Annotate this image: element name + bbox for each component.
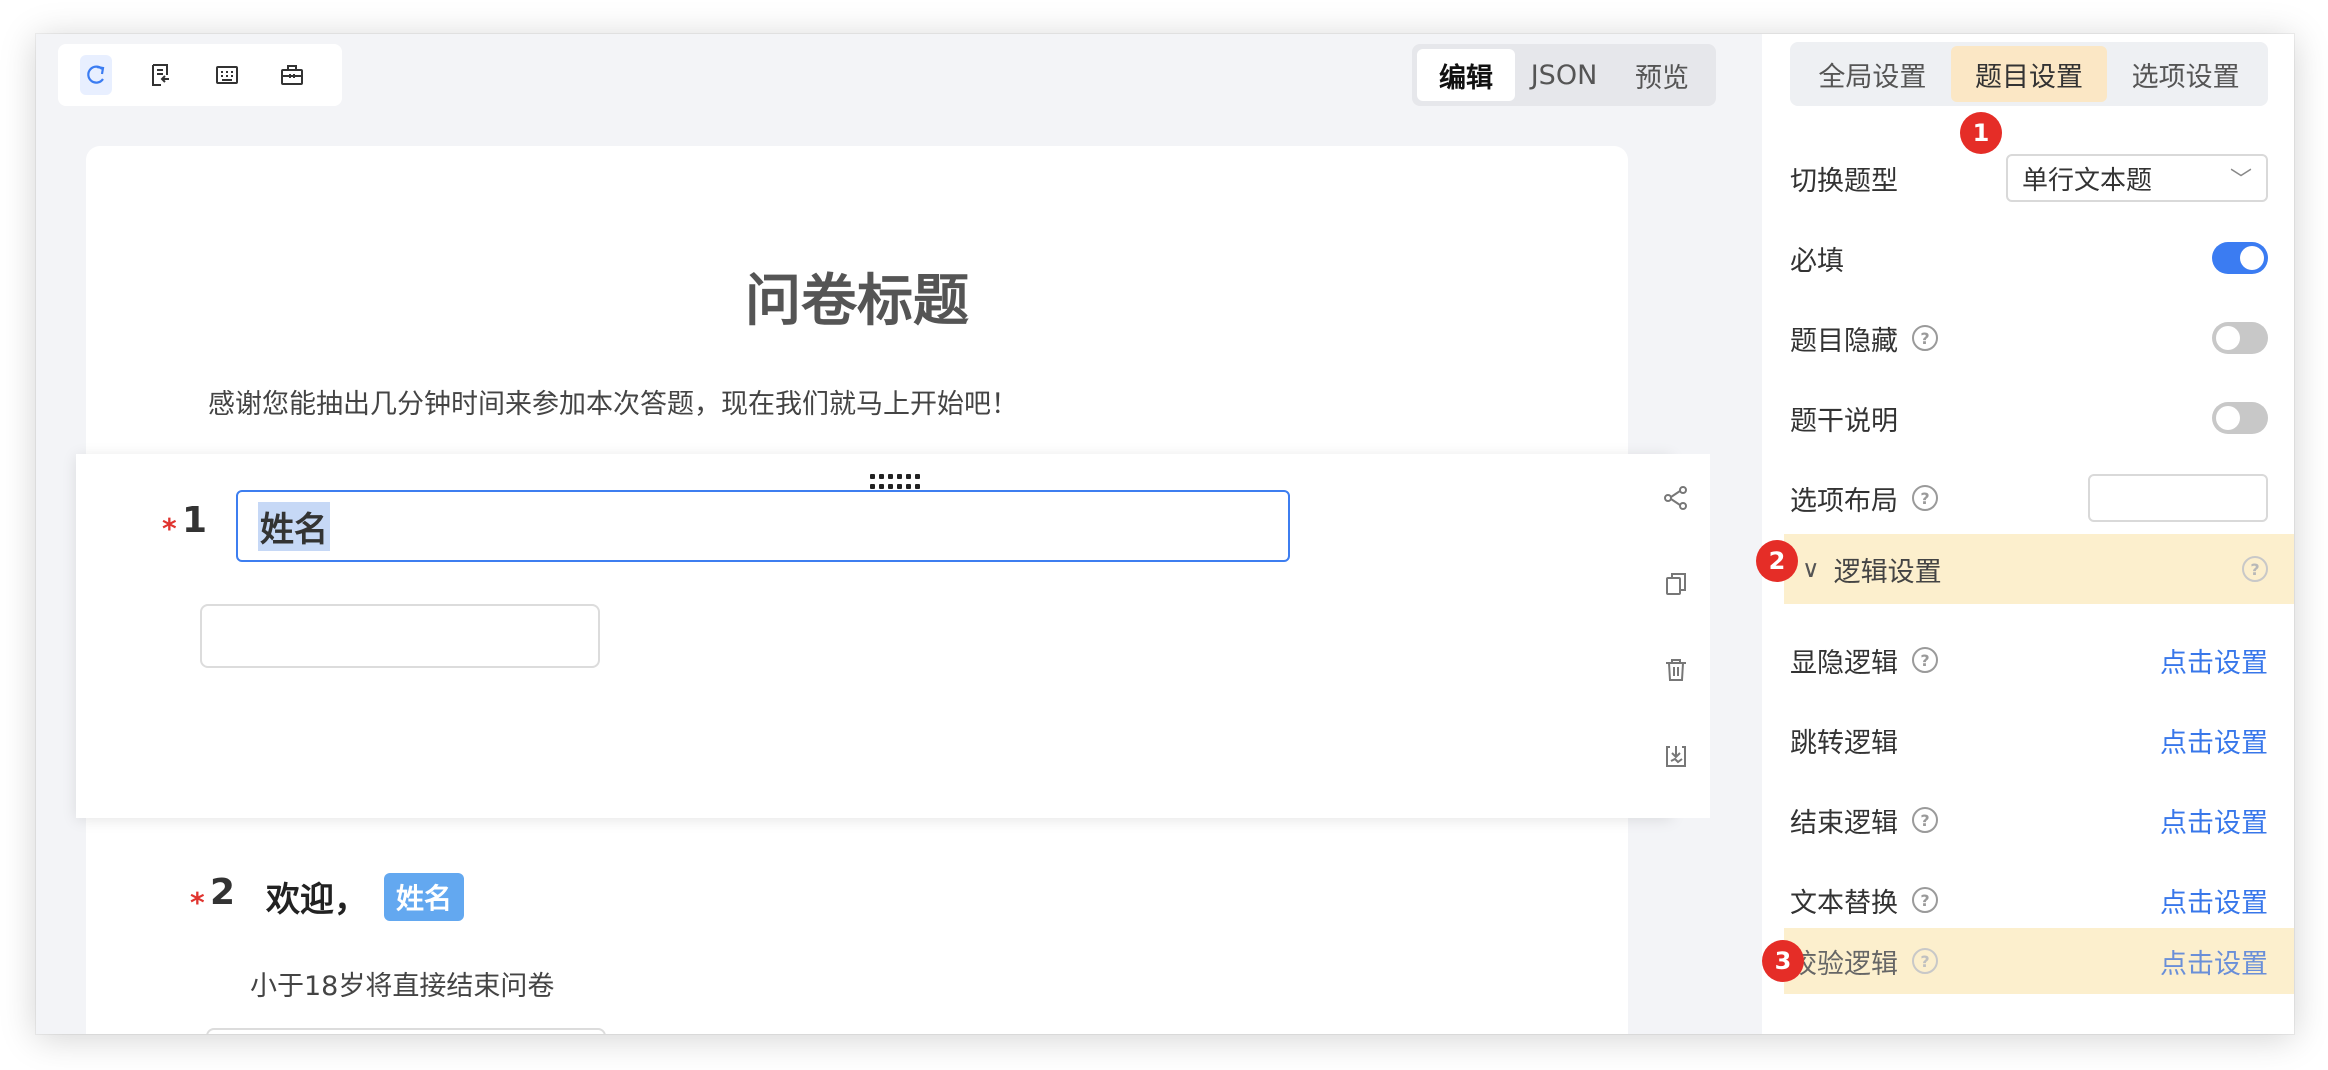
save-template-icon (1666, 746, 1686, 767)
chevron-down-icon: ∨ (1802, 555, 1820, 583)
answer-input[interactable] (200, 604, 600, 668)
text-replace-link[interactable]: 点击设置 (2160, 881, 2268, 920)
text-replace-label-wrap: 文本替换 ? (1790, 881, 1938, 920)
hidden-row: 题目隐藏 ? (1762, 306, 2294, 370)
chevron-down-icon: ﹀ (2229, 168, 2252, 193)
question-type-value: 单行文本题 (2022, 165, 2153, 196)
end-logic-label: 结束逻辑 (1790, 807, 1898, 839)
question-title-input[interactable]: 姓名 (236, 490, 1290, 562)
tab-global-settings[interactable]: 全局设置 (1794, 46, 1951, 102)
logic-icon (1664, 486, 1687, 510)
logic-section-label: 逻辑设置 (1833, 556, 1942, 588)
tab-option-settings[interactable]: 选项设置 (2107, 46, 2264, 102)
copy-icon (1666, 573, 1686, 595)
help-icon[interactable]: ? (1912, 485, 1938, 511)
validate-logic-row: 校验逻辑 ? 点击设置 (1784, 928, 2294, 994)
annotation-badge-3: 3 (1762, 940, 1804, 982)
editor-toolbar (58, 44, 342, 106)
question-number: 1 (182, 500, 208, 541)
settings-panel: 全局设置 题目设置 选项设置 切换题型 单行文本题 ﹀ 必填 题目隐藏 ? 题干… (1762, 34, 2294, 1034)
question-card-2[interactable]: 欢迎， 姓名 (186, 872, 465, 921)
required-toggle[interactable] (2212, 242, 2268, 274)
question-actions (1642, 454, 1710, 818)
option-layout-row: 选项布局 ? (1762, 466, 2294, 530)
delete-button[interactable] (1654, 648, 1698, 692)
question-type-select[interactable]: 单行文本题 ﹀ (2006, 154, 2268, 202)
switch-type-row: 切换题型 单行文本题 ﹀ (1762, 146, 2294, 210)
end-logic-link[interactable]: 点击设置 (2160, 801, 2268, 840)
survey-description[interactable]: 感谢您能抽出几分钟时间来参加本次答题，现在我们就马上开始吧！ (208, 382, 1018, 421)
show-hide-logic-label: 显隐逻辑 (1790, 647, 1898, 679)
tab-edit[interactable]: 编辑 (1417, 49, 1515, 101)
text-replace-label: 文本替换 (1790, 887, 1898, 919)
import-icon (152, 64, 170, 86)
help-icon[interactable]: ? (1912, 948, 1938, 974)
validate-logic-label: 校验逻辑 (1790, 948, 1898, 980)
help-icon[interactable]: ? (1912, 325, 1938, 351)
redo-button[interactable] (80, 55, 112, 95)
jump-logic-link[interactable]: 点击设置 (2160, 721, 2268, 760)
help-icon[interactable]: ? (1912, 887, 1938, 913)
required-star: * (162, 512, 177, 545)
stem-desc-label: 题干说明 (1790, 405, 1898, 437)
jump-logic-row: 跳转逻辑 点击设置 (1762, 708, 2294, 772)
question-title: 欢迎， (266, 880, 368, 920)
help-icon[interactable]: ? (1912, 647, 1938, 673)
annotation-badge-2: 2 (1756, 540, 1798, 582)
option-layout-label-wrap: 选项布局 ? (1790, 479, 1938, 518)
option-layout-label: 选项布局 (1790, 485, 1898, 517)
tab-json[interactable]: JSON (1515, 49, 1613, 101)
hidden-label: 题目隐藏 (1790, 325, 1898, 357)
redo-icon (86, 65, 105, 84)
option-layout-input[interactable] (2088, 474, 2268, 522)
save-template-button[interactable] (1654, 734, 1698, 778)
switch-type-label: 切换题型 (1790, 165, 1898, 197)
logic-section-header[interactable]: ∨ 逻辑设置 ? (1784, 534, 2294, 604)
toolbox-button[interactable] (277, 55, 309, 95)
show-hide-label-wrap: 显隐逻辑 ? (1790, 641, 1938, 680)
import-button[interactable] (146, 55, 178, 95)
reference-tag[interactable]: 姓名 (384, 872, 465, 921)
answer-input[interactable] (206, 1028, 606, 1034)
required-label: 必填 (1790, 245, 1844, 277)
hidden-label-wrap: 题目隐藏 ? (1790, 319, 1938, 358)
delete-icon (1666, 659, 1686, 681)
validate-logic-link[interactable]: 点击设置 (2160, 942, 2268, 981)
question-card-1[interactable]: * 1 姓名 (76, 454, 1672, 818)
tab-preview[interactable]: 预览 (1613, 49, 1711, 101)
tab-question-settings[interactable]: 题目设置 (1950, 46, 2108, 102)
validate-logic-label-wrap: 校验逻辑 ? (1790, 942, 1938, 981)
logic-button[interactable] (1654, 476, 1698, 520)
help-icon[interactable]: ? (1912, 807, 1938, 833)
end-logic-label-wrap: 结束逻辑 ? (1790, 801, 1938, 840)
keyboard-icon (215, 66, 238, 84)
mode-tabs: 编辑 JSON 预览 (1412, 44, 1716, 106)
help-icon[interactable]: ? (2242, 556, 2268, 582)
text-replace-row: 文本替换 ? 点击设置 (1762, 868, 2294, 932)
stem-desc-row: 题干说明 (1762, 386, 2294, 450)
question-title-text: 姓名 (258, 501, 330, 551)
survey-title[interactable]: 问卷标题 (86, 256, 1628, 337)
app-window: 编辑 JSON 预览 问卷标题 感谢您能抽出几分钟时间来参加本次答题，现在我们就… (36, 34, 2294, 1034)
toolbox-icon (281, 65, 304, 85)
show-hide-logic-link[interactable]: 点击设置 (2160, 641, 2268, 680)
hidden-toggle[interactable] (2212, 322, 2268, 354)
settings-tabs: 全局设置 题目设置 选项设置 (1790, 42, 2268, 106)
required-row: 必填 (1762, 226, 2294, 290)
stem-desc-toggle[interactable] (2212, 402, 2268, 434)
copy-button[interactable] (1654, 562, 1698, 606)
jump-logic-label: 跳转逻辑 (1790, 727, 1898, 759)
keyboard-button[interactable] (211, 55, 243, 95)
end-logic-row: 结束逻辑 ? 点击设置 (1762, 788, 2294, 852)
show-hide-logic-row: 显隐逻辑 ? 点击设置 (1762, 628, 2294, 692)
question-description: 小于18岁将直接结束问卷 (250, 971, 555, 1002)
annotation-badge-1: 1 (1960, 112, 2002, 154)
